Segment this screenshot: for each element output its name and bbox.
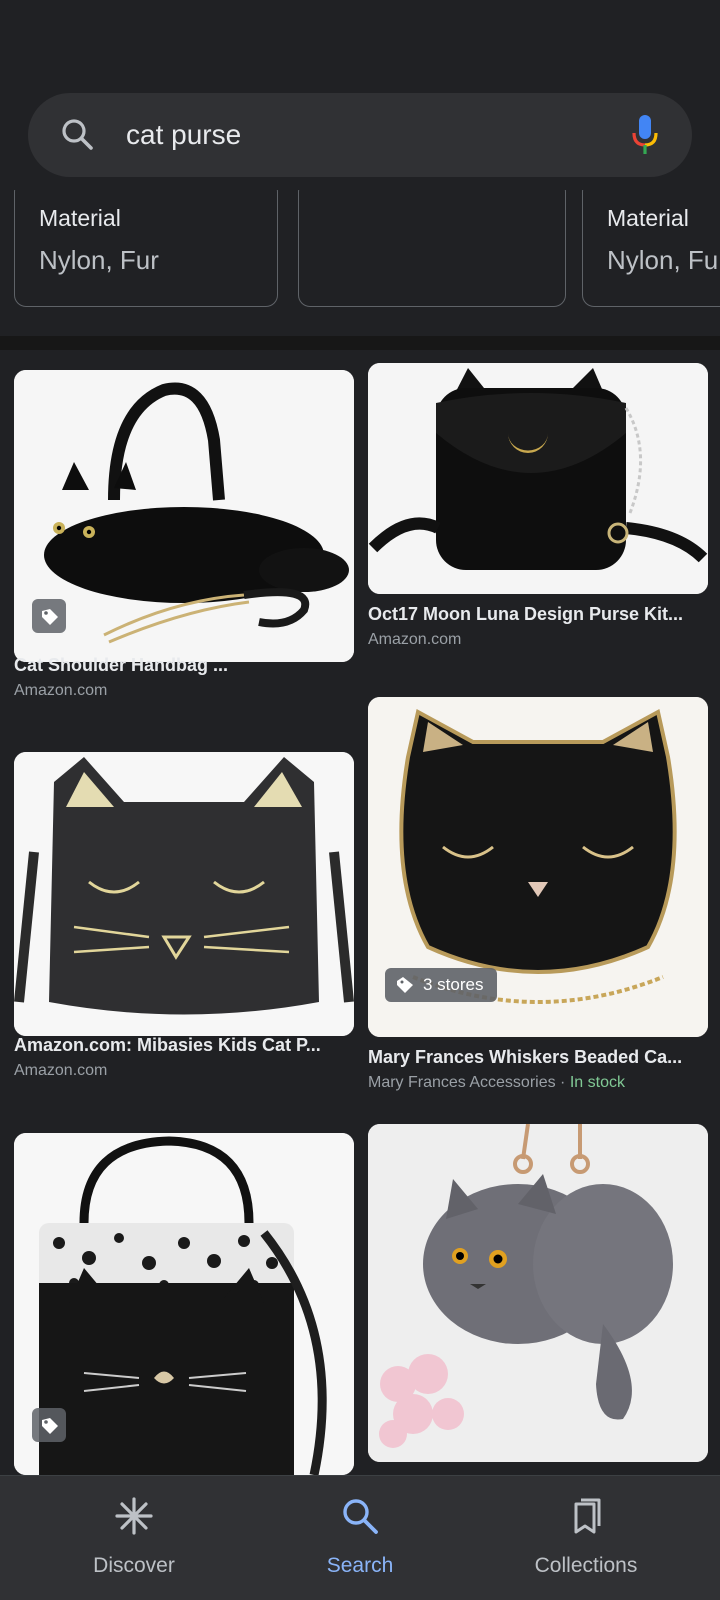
section-divider xyxy=(0,336,720,350)
result-source: Amazon.com xyxy=(14,682,108,699)
image-results-grid: Cat Shoulder Handbag ... Amazon.com Oct1… xyxy=(0,350,720,1475)
search-bar[interactable]: cat purse xyxy=(28,93,692,177)
source-separator: · xyxy=(555,1074,570,1091)
search-icon xyxy=(343,1499,378,1534)
result-image-moon-luna-purse[interactable] xyxy=(368,363,708,594)
asterisk-icon xyxy=(115,1497,153,1535)
result-source-name: Mary Frances Accessories xyxy=(368,1074,556,1091)
tag-icon xyxy=(32,1408,66,1442)
product-image xyxy=(368,363,708,594)
result-caption[interactable]: Amazon.com: Mibasies Kids Cat P... Amazo… xyxy=(14,1035,344,1080)
result-title[interactable]: Cat Shoulder Handbag ... xyxy=(14,655,344,676)
nav-discover[interactable]: Discover xyxy=(14,1476,254,1600)
tag-icon xyxy=(32,599,66,633)
product-image xyxy=(14,752,354,1036)
result-title[interactable]: Amazon.com: Mibasies Kids Cat P... xyxy=(14,1035,344,1056)
attribute-label: Material xyxy=(607,205,689,231)
stores-badge-label: 3 stores xyxy=(423,975,484,994)
bottom-navigation: Discover Search Collections xyxy=(0,1475,720,1600)
mic-icon[interactable] xyxy=(630,113,660,157)
tag-icon xyxy=(397,977,413,993)
search-query[interactable]: cat purse xyxy=(126,115,241,155)
nav-label: Discover xyxy=(93,1554,175,1577)
stores-badge[interactable]: 3 stores xyxy=(385,968,498,1002)
result-image-grey-fluffy-cat-bag[interactable] xyxy=(368,1124,708,1462)
result-image-mibasies-kids-cat-purse[interactable] xyxy=(14,752,354,1036)
collections-icon xyxy=(574,1498,601,1534)
nav-label: Search xyxy=(326,1554,394,1577)
attribute-value: Nylon, Fur xyxy=(39,245,159,275)
result-caption[interactable]: Oct17 Moon Luna Design Purse Kit... Amaz… xyxy=(368,604,698,649)
result-source: Amazon.com xyxy=(14,1062,108,1079)
stock-status: In stock xyxy=(569,1074,625,1091)
search-icon[interactable] xyxy=(60,117,96,153)
result-title[interactable]: Mary Frances Whiskers Beaded Ca... xyxy=(368,1047,698,1068)
attribute-card-material[interactable]: Material Nylon, Fur xyxy=(14,190,278,307)
result-source: Amazon.com xyxy=(368,631,462,648)
attribute-cards: Material Nylon, Fur Material Nylon, Fu xyxy=(0,190,720,336)
nav-search[interactable]: Search xyxy=(240,1476,480,1600)
attribute-label: Material xyxy=(39,205,121,231)
result-source: Mary Frances Accessories · In stock xyxy=(368,1074,698,1092)
result-caption[interactable]: Mary Frances Whiskers Beaded Ca... Mary … xyxy=(368,1047,698,1092)
product-image xyxy=(368,1124,708,1462)
nav-collections[interactable]: Collections xyxy=(466,1476,706,1600)
attribute-card-blank[interactable] xyxy=(298,190,566,307)
nav-label: Collections xyxy=(534,1554,638,1577)
attribute-card-material-2[interactable]: Material Nylon, Fu xyxy=(582,190,720,307)
result-caption[interactable]: Cat Shoulder Handbag ... Amazon.com xyxy=(14,655,344,700)
result-title[interactable]: Oct17 Moon Luna Design Purse Kit... xyxy=(368,604,698,625)
attribute-value: Nylon, Fu xyxy=(607,245,719,275)
